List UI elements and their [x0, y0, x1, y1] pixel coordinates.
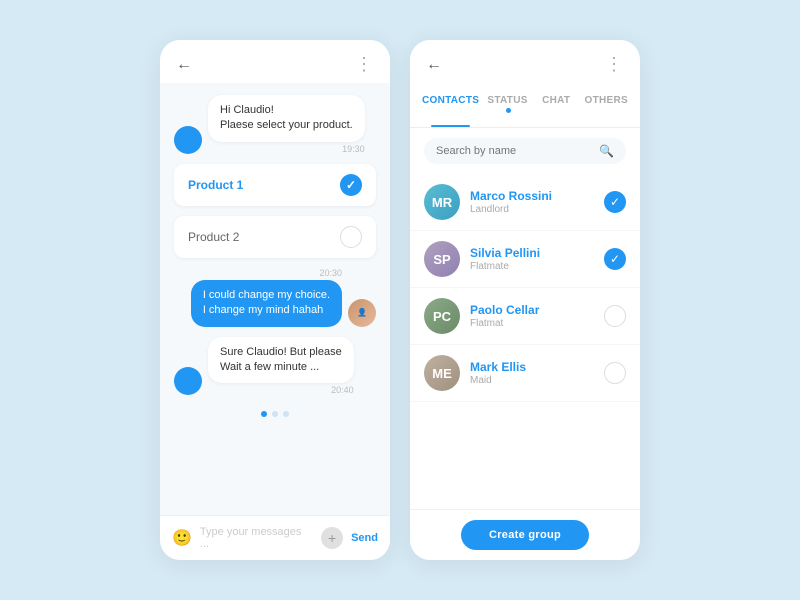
msg-sent-time: 20:30	[319, 268, 342, 278]
message-sent: 20:30 I could change my choice. I change…	[174, 268, 376, 327]
product2-option[interactable]: Product 2	[174, 216, 376, 258]
message-received-1: Hi Claudio! Plaese select your product. …	[174, 95, 376, 154]
product1-label: Product 1	[188, 178, 243, 192]
bubble-sent: I could change my choice. I change my mi…	[191, 280, 342, 327]
contact-role-silvia: Flatmate	[470, 261, 594, 272]
tab-contacts[interactable]: CONTACTS	[418, 83, 483, 127]
contact-avatar-marco: MR	[424, 184, 460, 220]
contact-info-silvia: Silvia Pellini Flatmate	[470, 246, 594, 272]
contact-name-marco: Marco Rossini	[470, 189, 594, 203]
contacts-back-button[interactable]: ←	[426, 56, 442, 74]
chat-header: ← ⋮	[160, 40, 390, 83]
msg2-line2: Wait a few minute ...	[220, 361, 319, 373]
msg2-time: 20:40	[208, 385, 354, 395]
contact-info-mark: Mark Ellis Maid	[470, 360, 594, 386]
contact-role-marco: Landlord	[470, 204, 594, 215]
pagination-dots	[174, 405, 376, 419]
chat-panel: ← ⋮ Hi Claudio! Plaese select your produ…	[160, 40, 390, 560]
contact-check-paolo[interactable]	[604, 305, 626, 327]
contact-info-paolo: Paolo Cellar Flatmat	[470, 303, 594, 329]
contact-info-marco: Marco Rossini Landlord	[470, 189, 594, 215]
status-dot	[506, 108, 511, 113]
contact-avatar-silvia: SP	[424, 241, 460, 277]
contact-name-mark: Mark Ellis	[470, 360, 594, 374]
contacts-tabs: CONTACTS STATUS CHAT OTHERS	[410, 83, 640, 128]
bubble-received-1: Hi Claudio! Plaese select your product.	[208, 95, 365, 142]
msg-sent-line1: I could change my choice.	[203, 289, 330, 301]
bubble-received-2: Sure Claudio! But please Wait a few minu…	[208, 337, 354, 384]
dot-2	[272, 411, 278, 417]
create-group-bar: Create group	[410, 509, 640, 560]
tab-chat[interactable]: CHAT	[532, 83, 581, 127]
search-icon: 🔍	[599, 144, 614, 158]
chat-input[interactable]: Type your messages ...	[200, 526, 313, 550]
message-received-2: Sure Claudio! But please Wait a few minu…	[174, 337, 376, 396]
contacts-header: ← ⋮	[410, 40, 640, 83]
contact-avatar-paolo: PC	[424, 298, 460, 334]
contact-role-mark: Maid	[470, 375, 594, 386]
contact-name-silvia: Silvia Pellini	[470, 246, 594, 260]
send-button[interactable]: Send	[351, 532, 378, 544]
search-bar: 🔍	[410, 128, 640, 174]
chat-input-bar: 🙂 Type your messages ... + Send	[160, 515, 390, 560]
dot-1	[261, 411, 267, 417]
contact-item-silvia[interactable]: SP Silvia Pellini Flatmate ✓	[410, 231, 640, 288]
tab-others[interactable]: OTHERS	[581, 83, 632, 127]
emoji-icon[interactable]: 🙂	[172, 528, 192, 548]
msg2-line1: Sure Claudio! But please	[220, 346, 342, 358]
product2-label: Product 2	[188, 230, 239, 244]
contact-role-paolo: Flatmat	[470, 318, 594, 329]
contacts-menu-button[interactable]: ⋮	[605, 54, 624, 75]
product1-option[interactable]: Product 1 ✓	[174, 164, 376, 206]
contact-check-mark[interactable]	[604, 362, 626, 384]
msg1-line1: Hi Claudio!	[220, 104, 274, 116]
chat-back-button[interactable]: ←	[176, 56, 192, 74]
add-attachment-button[interactable]: +	[321, 527, 343, 549]
product2-check	[340, 226, 362, 248]
msg-sent-line2: I change my mind hahah	[203, 304, 323, 316]
user-avatar-sent: 👤	[348, 299, 376, 327]
contacts-panel: ← ⋮ CONTACTS STATUS CHAT OTHERS 🔍 MR Mar…	[410, 40, 640, 560]
bot-avatar-2	[174, 367, 202, 395]
create-group-button[interactable]: Create group	[461, 520, 589, 550]
contact-item-paolo[interactable]: PC Paolo Cellar Flatmat	[410, 288, 640, 345]
contact-check-silvia[interactable]: ✓	[604, 248, 626, 270]
contacts-list: MR Marco Rossini Landlord ✓ SP Silvia Pe…	[410, 174, 640, 509]
chat-menu-button[interactable]: ⋮	[355, 54, 374, 75]
contact-item-marco[interactable]: MR Marco Rossini Landlord ✓	[410, 174, 640, 231]
msg1-line2: Plaese select your product.	[220, 119, 353, 131]
chat-content: Hi Claudio! Plaese select your product. …	[160, 83, 390, 515]
contact-check-marco[interactable]: ✓	[604, 191, 626, 213]
tab-status[interactable]: STATUS	[483, 83, 532, 127]
bot-avatar	[174, 126, 202, 154]
search-container: 🔍	[424, 138, 626, 164]
contact-item-mark[interactable]: ME Mark Ellis Maid	[410, 345, 640, 402]
product1-check: ✓	[340, 174, 362, 196]
contact-avatar-mark: ME	[424, 355, 460, 391]
dot-3	[283, 411, 289, 417]
search-input[interactable]	[436, 145, 593, 157]
contact-name-paolo: Paolo Cellar	[470, 303, 594, 317]
msg1-time: 19:30	[208, 144, 365, 154]
